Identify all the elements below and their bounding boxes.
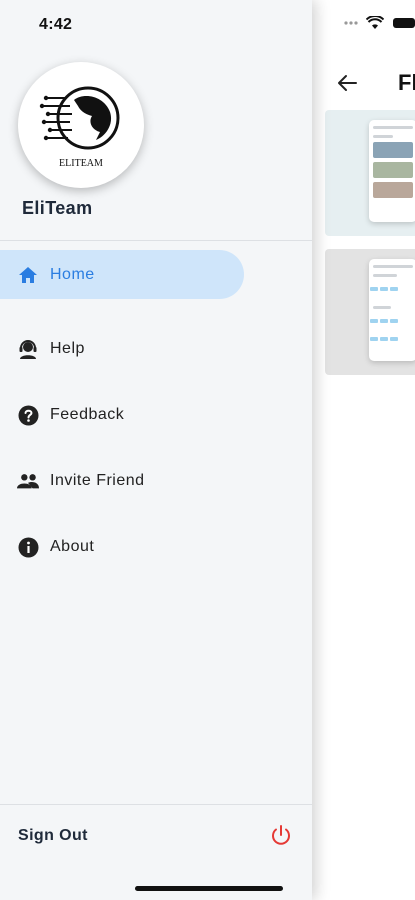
status-time: 4:42 [39, 16, 73, 33]
home-icon [17, 264, 39, 286]
menu-item-invite-friend[interactable]: Invite Friend [0, 448, 312, 514]
sign-out-label: Sign Out [18, 827, 88, 844]
page-title: Fl [398, 70, 415, 95]
menu-item-about[interactable]: About [0, 514, 312, 580]
svg-text:ELITEAM: ELITEAM [59, 158, 103, 169]
menu-item-label: Invite Friend [50, 472, 145, 489]
menu-item-feedback[interactable]: Feedback [0, 382, 312, 448]
menu-item-label: Help [50, 340, 85, 357]
menu-item-label: Home [50, 265, 95, 283]
signal-dots-icon [344, 21, 358, 25]
people-icon [17, 470, 39, 492]
menu-item-label: Feedback [50, 406, 125, 423]
status-icons [344, 16, 415, 30]
battery-icon [393, 18, 415, 28]
brand-name: EliTeam [22, 198, 93, 218]
question-circle-icon [17, 404, 39, 426]
home-indicator [135, 886, 283, 891]
sign-out-button[interactable]: Sign Out [0, 818, 312, 854]
lion-logo-icon: ELITEAM [39, 86, 120, 169]
info-icon [17, 536, 39, 558]
drawer-menu: Home Help Feedback Invite Friend About [0, 250, 312, 580]
template-card[interactable] [325, 110, 415, 236]
menu-item-label: About [50, 538, 95, 555]
menu-item-help[interactable]: Help [0, 316, 312, 382]
phone-preview-image [369, 120, 415, 222]
divider [0, 240, 312, 241]
wifi-icon [366, 16, 384, 29]
brand-logo: ELITEAM [18, 62, 144, 188]
back-arrow-icon[interactable] [336, 72, 358, 94]
navigation-drawer: 4:42 ELITEAM EliTeam Home Help Feedback … [0, 0, 312, 900]
menu-item-home[interactable]: Home [0, 250, 312, 299]
divider [0, 804, 312, 805]
power-icon[interactable] [270, 824, 292, 846]
phone-preview-image [369, 259, 415, 361]
support-agent-icon [17, 338, 39, 360]
template-card[interactable] [325, 249, 415, 375]
